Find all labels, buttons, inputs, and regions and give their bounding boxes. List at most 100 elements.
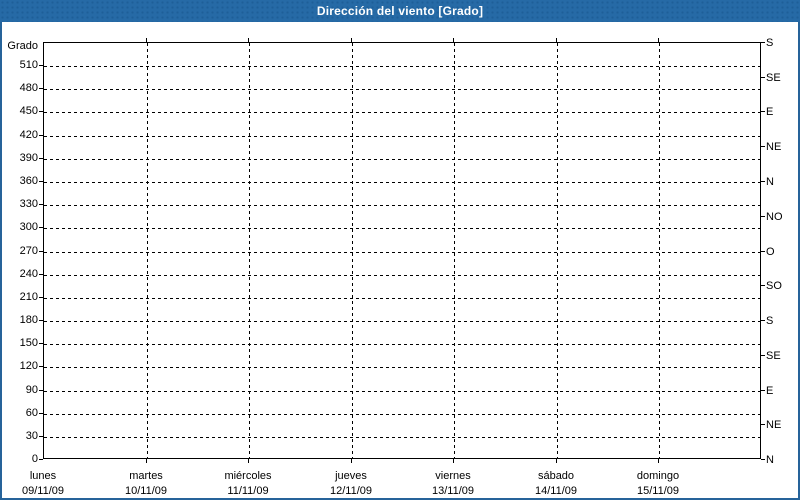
grid-line-horizontal	[44, 136, 760, 137]
y-tick-label-left: 60	[25, 407, 38, 419]
y-tick-label-right: E	[766, 106, 774, 118]
grid-line-horizontal	[44, 437, 760, 438]
y-tick-mark-left	[39, 343, 43, 344]
grid-line-horizontal	[44, 228, 760, 229]
y-tick-mark-right	[761, 424, 765, 425]
plot-area	[43, 42, 761, 459]
x-tick-mark-bottom	[248, 459, 249, 463]
y-tick-label-left: 450	[19, 105, 38, 117]
y-tick-label-right: SE	[766, 350, 781, 362]
y-tick-label-left: 120	[19, 360, 38, 372]
y-tick-label-right: SE	[766, 72, 781, 84]
y-tick-mark-left	[39, 181, 43, 182]
y-tick-mark-right	[761, 42, 765, 43]
y-tick-mark-left	[39, 366, 43, 367]
y-tick-label-left: 510	[19, 59, 38, 71]
wind-direction-chart-window: Dirección del viento [Grado] Grado 0 30 60…	[0, 0, 800, 500]
grid-line-horizontal	[44, 298, 760, 299]
y-tick-mark-left	[39, 459, 43, 460]
y-tick-mark-right	[761, 390, 765, 391]
y-tick-label-right: NE	[766, 141, 782, 153]
y-tick-mark-right	[761, 285, 765, 286]
x-day-date-label: 11/11/09	[227, 485, 269, 497]
y-tick-label-right: NO	[766, 211, 783, 223]
y-tick-mark-left	[39, 390, 43, 391]
y-tick-label-left: 480	[19, 82, 38, 94]
y-tick-mark-right	[761, 216, 765, 217]
y-tick-label-left: 330	[19, 198, 38, 210]
y-tick-mark-left	[39, 320, 43, 321]
x-day-date-label: 13/11/09	[431, 485, 474, 497]
grid-line-vertical	[659, 43, 660, 458]
x-day-name-label: miércoles	[224, 470, 272, 482]
x-tick-mark-top	[248, 38, 249, 42]
y-tick-mark-left	[39, 111, 43, 112]
grid-line-horizontal	[44, 89, 760, 90]
grid-line-horizontal	[44, 205, 760, 206]
y-tick-label-left: 300	[19, 221, 38, 233]
grid-line-horizontal	[44, 182, 760, 183]
y-tick-mark-left	[39, 227, 43, 228]
y-tick-label-left: 150	[19, 337, 38, 349]
x-tick-mark-bottom	[556, 459, 557, 463]
y-tick-label-left: 180	[19, 314, 38, 326]
grid-line-horizontal	[44, 414, 760, 415]
grid-line-horizontal	[44, 275, 760, 276]
grid-line-horizontal	[44, 367, 760, 368]
y-tick-label-left: 0	[31, 453, 38, 465]
y-tick-mark-right	[761, 320, 765, 321]
y-tick-mark-left	[39, 413, 43, 414]
grid-line-horizontal	[44, 321, 760, 322]
y-tick-label-right: N	[766, 454, 774, 466]
y-tick-mark-left	[39, 251, 43, 252]
y-tick-label-left: 270	[19, 245, 38, 257]
y-tick-label-left: 240	[19, 268, 38, 280]
y-tick-mark-left	[39, 88, 43, 89]
y-tick-label-left: 30	[25, 430, 38, 442]
x-tick-mark-bottom	[351, 459, 352, 463]
y-tick-mark-left	[39, 274, 43, 275]
grid-line-vertical	[557, 43, 558, 458]
grid-line-vertical	[249, 43, 250, 458]
y-tick-mark-right	[761, 111, 765, 112]
x-tick-mark-top	[351, 38, 352, 42]
y-tick-mark-right	[761, 77, 765, 78]
y-tick-mark-right	[761, 181, 765, 182]
chart-title: Dirección del viento [Grado]	[316, 4, 484, 18]
grid-line-vertical	[454, 43, 455, 458]
grid-line-vertical	[352, 43, 353, 458]
grid-line-horizontal	[44, 66, 760, 67]
y-tick-mark-left	[39, 135, 43, 136]
y-tick-mark-right	[761, 251, 765, 252]
y-tick-mark-left	[39, 297, 43, 298]
y-tick-mark-right	[761, 355, 765, 356]
x-tick-mark-top	[453, 38, 454, 42]
x-day-name-label: domingo	[636, 470, 680, 482]
y-tick-label-right: E	[766, 385, 774, 397]
grid-line-vertical	[147, 43, 148, 458]
x-day-date-label: 15/11/09	[636, 485, 679, 497]
x-tick-mark-top	[146, 38, 147, 42]
grid-line-horizontal	[44, 252, 760, 253]
y-tick-mark-left	[39, 204, 43, 205]
x-tick-mark-bottom	[146, 459, 147, 463]
x-tick-mark-bottom	[453, 459, 454, 463]
y-tick-mark-left	[39, 436, 43, 437]
chart-title-bar: Dirección del viento [Grado]	[0, 0, 800, 22]
y-tick-label-right: SO	[766, 280, 782, 292]
y-axis-unit-label: Grado	[7, 40, 38, 52]
x-tick-mark-top	[556, 38, 557, 42]
y-tick-label-right: N	[766, 176, 774, 188]
x-tick-mark-top	[658, 38, 659, 42]
y-tick-label-right: S	[766, 315, 774, 327]
x-tick-mark-bottom	[658, 459, 659, 463]
y-tick-label-right: O	[766, 246, 775, 258]
grid-line-horizontal	[44, 344, 760, 345]
grid-line-horizontal	[44, 159, 760, 160]
y-tick-label-left: 390	[19, 152, 38, 164]
grid-line-horizontal	[44, 391, 760, 392]
y-tick-mark-right	[761, 146, 765, 147]
y-tick-label-left: 210	[19, 291, 38, 303]
y-tick-label-left: 90	[25, 384, 38, 396]
x-day-name-label: viernes	[435, 470, 471, 482]
